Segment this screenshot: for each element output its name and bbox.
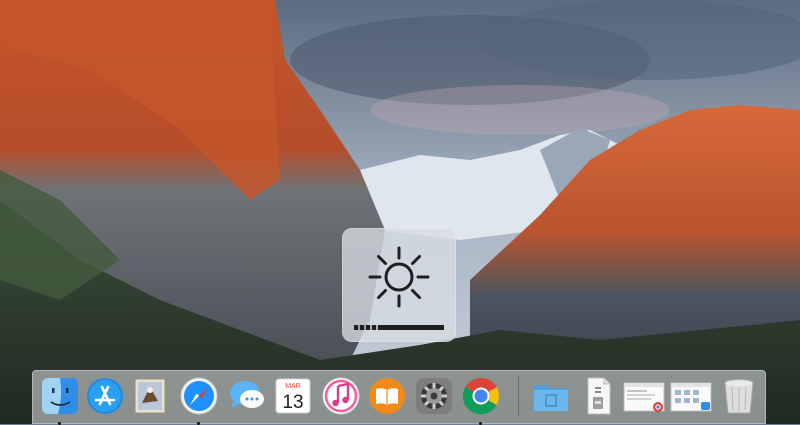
dock-item-ibooks[interactable] — [366, 375, 408, 417]
gear-icon — [416, 378, 452, 414]
dock-item-applications-folder[interactable] — [530, 375, 572, 417]
dock-item-messages[interactable] — [226, 375, 268, 417]
finder-icon — [42, 378, 78, 414]
brightness-level-track — [381, 325, 444, 330]
dock-item-calendar[interactable]: MAR 13 — [272, 375, 314, 417]
ibooks-icon — [369, 378, 405, 414]
itunes-icon — [322, 377, 360, 415]
desktop-wallpaper — [0, 0, 800, 424]
messages-icon — [230, 381, 264, 408]
chrome-icon — [462, 378, 500, 415]
brightness-level-fill — [354, 325, 381, 330]
brightness-hud — [342, 228, 456, 342]
dock-item-app-store[interactable] — [84, 375, 126, 417]
mail-icon — [134, 378, 166, 414]
dock-item-safari[interactable] — [178, 375, 220, 425]
calendar-month: MAR — [285, 383, 301, 390]
document-icon — [587, 377, 611, 415]
dock-item-chrome-window-minimized[interactable] — [623, 375, 665, 417]
dock-item-mail[interactable] — [129, 375, 171, 417]
window-thumbnail-icon — [623, 382, 665, 412]
dock-item-system-preferences[interactable] — [413, 375, 455, 417]
dock-item-archive-document[interactable] — [577, 375, 619, 417]
calendar-day: 13 — [282, 392, 303, 413]
dock-item-finder-window-minimized[interactable] — [670, 375, 712, 417]
dock-item-itunes[interactable] — [320, 375, 362, 417]
safari-icon — [180, 377, 218, 415]
dock-item-trash[interactable] — [718, 375, 760, 417]
folder-icon — [534, 385, 568, 411]
dock-item-finder[interactable] — [39, 375, 81, 425]
app-store-icon — [87, 378, 123, 414]
window-thumbnail-icon — [670, 382, 712, 412]
brightness-sun-icon — [368, 246, 430, 308]
dock: MAR 13 — [32, 370, 766, 425]
trash-icon — [724, 379, 754, 414]
brightness-level-bar — [354, 325, 444, 330]
dock-separator — [518, 376, 519, 416]
calendar-icon: MAR 13 — [275, 378, 311, 414]
dock-item-chrome[interactable] — [460, 375, 502, 425]
